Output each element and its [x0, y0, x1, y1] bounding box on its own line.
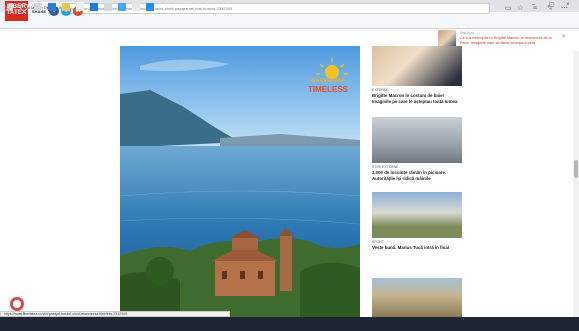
- address-bar[interactable]: https://www.libertatea.ro/stiri/macedoni…: [62, 3, 490, 14]
- notifications-icon[interactable]: ▭: [570, 4, 574, 10]
- mail-icon[interactable]: [90, 3, 98, 11]
- app-icon[interactable]: [104, 3, 112, 11]
- task-view-icon[interactable]: [34, 3, 42, 11]
- store-icon[interactable]: [76, 3, 84, 11]
- browser-toolbar: [0, 12, 579, 29]
- article-thumb-1[interactable]: [372, 46, 462, 86]
- promo-close-icon[interactable]: ×: [562, 34, 566, 40]
- promo-source: Digi24.ro: [460, 31, 475, 35]
- promo-link[interactable]: Ce s-a întâmplat cu Brigitte Macron la c…: [460, 36, 555, 46]
- search-icon[interactable]: [20, 3, 28, 11]
- macedonia-sign-bottom: TIMELESS: [307, 85, 348, 94]
- language-indicator[interactable]: ENG: [530, 4, 539, 10]
- app-icon[interactable]: [118, 3, 126, 11]
- clock[interactable]: 12:34: [548, 4, 558, 10]
- page-scrollbar[interactable]: [573, 51, 579, 317]
- favorite-star-icon[interactable]: ☆: [517, 4, 523, 13]
- scrollbar-thumb[interactable]: [574, 160, 578, 178]
- edge-icon[interactable]: [48, 3, 56, 11]
- article-category: Externe: [372, 88, 389, 92]
- tray-icons[interactable]: ⌃ ♪ ⊡: [505, 4, 516, 10]
- floating-action-button[interactable]: ⬤: [10, 297, 24, 311]
- article-title[interactable]: Veste bună. Marius Tucă intră în final: [372, 245, 462, 251]
- hero-image: MACEDONIA TIMELESS: [120, 46, 360, 317]
- file-explorer-icon[interactable]: [62, 3, 70, 11]
- article-thumb-2[interactable]: [372, 117, 462, 163]
- article-thumb-3[interactable]: [372, 192, 462, 238]
- app-icon[interactable]: [132, 3, 140, 11]
- article-category: Sport: [372, 240, 384, 244]
- article-title[interactable]: 2.000 de locuințe rămân în picioare. Aut…: [372, 170, 462, 182]
- article-category: Stiri Externe: [372, 165, 399, 169]
- more-icon[interactable]: ⋯: [561, 4, 568, 13]
- article-title[interactable]: Brigitte Macron în costum de baie! Imagi…: [372, 93, 462, 105]
- windows-taskbar: [0, 317, 579, 331]
- macedonia-sign-top: MACEDONIA: [311, 78, 345, 84]
- article-thumb-4[interactable]: [372, 278, 462, 317]
- app-icon[interactable]: [146, 3, 154, 11]
